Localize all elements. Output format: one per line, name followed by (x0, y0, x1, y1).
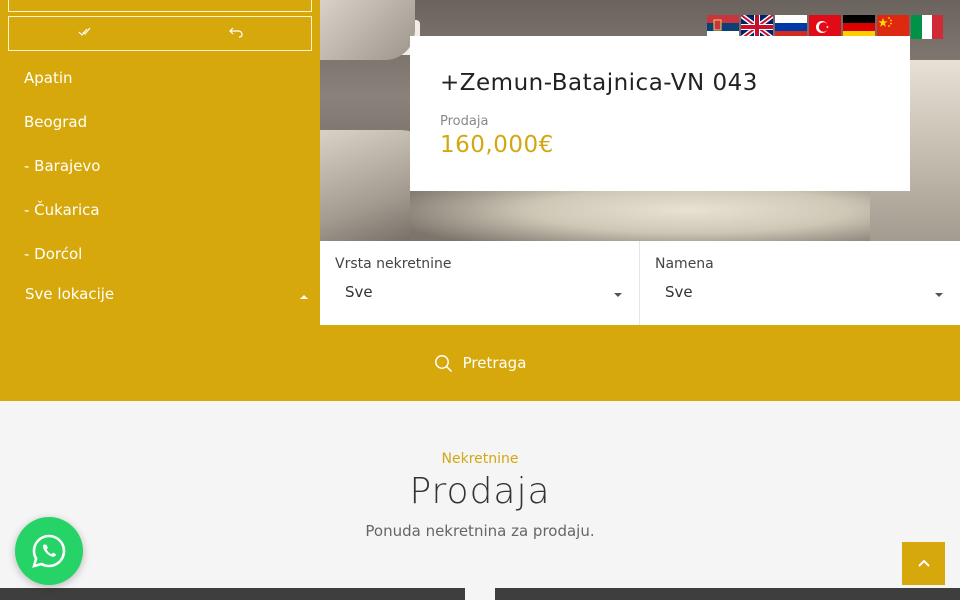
caret-down-icon (935, 293, 943, 297)
location-option[interactable]: - Barajevo (24, 146, 100, 190)
search-icon (434, 354, 452, 372)
search-label: Pretraga (462, 354, 527, 372)
chevron-up-icon (917, 559, 930, 567)
location-option[interactable]: Beograd (24, 102, 100, 146)
purpose-filter: Namena Sve (640, 241, 960, 325)
undo-icon (228, 27, 243, 38)
location-actions (8, 16, 312, 51)
section-eyebrow: Nekretnine (441, 451, 519, 467)
whatsapp-icon (32, 534, 66, 568)
reset-button[interactable] (160, 26, 311, 42)
location-option[interactable]: - Dorćol (24, 234, 100, 278)
location-option[interactable]: Apatin (24, 58, 100, 102)
hero-couch (320, 0, 415, 60)
purpose-value: Sve (665, 283, 693, 301)
property-type-filter: Vrsta nekretnine Sve (320, 241, 640, 325)
property-listing-type: Prodaja (440, 114, 489, 129)
property-title[interactable]: +Zemun-Batajnica-VN 043 (440, 70, 880, 96)
caret-down-icon (614, 293, 622, 297)
location-select[interactable]: Sve lokacije (25, 285, 310, 303)
scroll-to-top-button[interactable] (902, 542, 945, 585)
location-list: Apatin Beograd - Barajevo - Čukarica - D… (24, 58, 100, 278)
location-dropdown: Apatin Beograd - Barajevo - Čukarica - D… (0, 0, 320, 325)
caret-up-icon (300, 295, 308, 299)
property-price: 160,000€ (440, 132, 554, 158)
purpose-label: Namena (655, 256, 714, 272)
listing-card[interactable] (0, 588, 465, 600)
location-option[interactable]: - Čukarica (24, 190, 100, 234)
property-type-label: Vrsta nekretnine (335, 256, 452, 272)
listing-card[interactable] (495, 588, 960, 600)
italy-flag-icon[interactable] (911, 15, 943, 39)
property-type-value: Sve (345, 283, 373, 301)
property-info-card: +Zemun-Batajnica-VN 043 Prodaja 160,000€ (410, 36, 910, 191)
purpose-select[interactable]: Sve (655, 283, 945, 301)
section-description: Ponuda nekretnina za prodaju. (365, 522, 595, 540)
section-heading: Prodaja (409, 471, 551, 512)
select-all-button[interactable] (9, 26, 160, 41)
location-search-box[interactable] (8, 0, 312, 12)
sale-section: Nekretnine Prodaja Ponuda nekretnina za … (0, 401, 960, 600)
double-check-icon (78, 27, 90, 36)
whatsapp-button[interactable] (15, 517, 83, 585)
location-selected-value: Sve lokacije (25, 285, 115, 303)
search-button[interactable]: Pretraga (0, 325, 960, 401)
property-type-select[interactable]: Sve (335, 283, 624, 301)
